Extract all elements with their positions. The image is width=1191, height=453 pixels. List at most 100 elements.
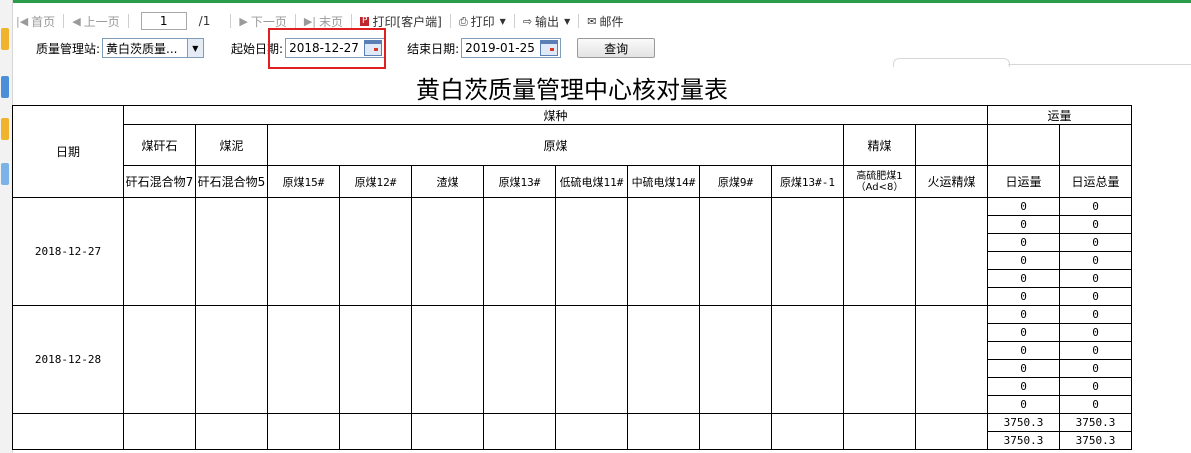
column-header: 渣煤: [411, 165, 484, 198]
daily-volume-cell: 0: [987, 251, 1060, 270]
column-header: 原煤13#-1: [771, 165, 844, 198]
column-header: 矸石混合物7: [123, 165, 196, 198]
empty-cell: [339, 305, 412, 414]
column-header: 日运总量: [1059, 165, 1132, 198]
column-header: 原煤13#: [483, 165, 556, 198]
column-header: 低硫电煤11#: [555, 165, 628, 198]
daily-volume-cell: 0: [987, 269, 1060, 288]
station-select[interactable]: 黄白茨质量... ▼: [102, 38, 205, 58]
empty-cell: [195, 305, 268, 414]
end-date-value: 2019-01-25: [465, 41, 535, 55]
toolbar-separator: [63, 14, 65, 28]
empty-cell: [699, 305, 772, 414]
column-header: 日运量: [987, 165, 1060, 198]
table-row: 2018-12-28 0 0: [12, 305, 1132, 414]
chevron-down-icon: ▼: [499, 16, 506, 26]
top-accent-strip: [0, 0, 1191, 3]
header-slime: 煤泥: [195, 124, 268, 166]
rail-tab-4[interactable]: [1, 163, 9, 185]
empty-cell: [411, 413, 484, 450]
header-clean-coal: 精煤: [843, 124, 916, 166]
prev-page-button[interactable]: ◀ 上一页: [68, 11, 123, 31]
station-label: 质量管理站:: [36, 41, 101, 56]
export-button[interactable]: ⇨ 输出 ▼: [519, 11, 574, 31]
empty-cell: [627, 197, 700, 306]
toolbar-separator: [127, 14, 129, 28]
empty-cell: [411, 305, 484, 414]
filter-bar: 质量管理站: 黄白茨质量... ▼ 起始日期: 2018-12-27 结束日期:…: [12, 36, 1191, 60]
header-blank: [987, 124, 1060, 166]
rail-tab-1[interactable]: [1, 28, 9, 50]
report-table: 日期 煤种 运量 煤矸石 煤泥 原煤 精煤 矸石混合物7 矸石混合物5 原煤15# 原…: [12, 105, 1132, 450]
daily-total-cell: 3750.3: [1059, 431, 1132, 450]
rail-tab-3[interactable]: [1, 118, 9, 140]
next-page-icon: ▶: [239, 14, 248, 28]
daily-total-cell: 0: [1059, 305, 1132, 324]
highlight-annotation-box: [268, 28, 386, 69]
daily-total-cell: 0: [1059, 395, 1132, 414]
header-blank: [1059, 124, 1132, 166]
daily-volume-cell: 0: [987, 305, 1060, 324]
toolbar-separator: [513, 14, 515, 28]
date-cell: [12, 413, 124, 450]
chevron-down-icon[interactable]: ▼: [186, 39, 204, 57]
empty-cell: [555, 305, 628, 414]
toolbar-separator: [578, 14, 580, 28]
page-number-input[interactable]: [140, 12, 187, 30]
column-header: 火运精煤: [915, 165, 988, 198]
calendar-icon[interactable]: [540, 40, 559, 56]
empty-cell: [195, 413, 268, 450]
pdf-print-icon: P: [360, 15, 370, 26]
empty-cell: [771, 305, 844, 414]
station-select-value: 黄白茨质量...: [106, 41, 178, 56]
daily-volume-cell: 0: [987, 359, 1060, 378]
rail-tab-2[interactable]: [1, 76, 9, 98]
empty-cell: [195, 197, 268, 306]
query-button[interactable]: 查询: [577, 38, 656, 58]
empty-cell: [267, 197, 340, 306]
first-page-button[interactable]: |◀ 首页: [12, 11, 59, 31]
daily-volume-cell: 3750.3: [987, 413, 1060, 432]
empty-cell: [555, 197, 628, 306]
table-row: 2018-12-27 0 0: [12, 197, 1132, 306]
header-raw-coal: 原煤: [267, 124, 844, 166]
empty-cell: [483, 197, 556, 306]
daily-total-cell: 3750.3: [1059, 413, 1132, 432]
column-header: 中硫电煤14#: [627, 165, 700, 198]
empty-cell: [843, 305, 916, 414]
column-header-row: 矸石混合物7 矸石混合物5 原煤15# 原煤12# 渣煤 原煤13# 低硫电煤11# 中硫电煤…: [13, 165, 1132, 198]
date-cell: 2018-12-28: [12, 305, 124, 414]
toolbar-separator: [449, 14, 451, 28]
date-cell: 2018-12-27: [12, 197, 124, 306]
prev-page-icon: ◀: [72, 14, 81, 28]
empty-cell: [843, 197, 916, 306]
daily-total-cell: 0: [1059, 251, 1132, 270]
header-date: 日期: [12, 105, 124, 198]
daily-volume-cell: 0: [987, 233, 1060, 252]
print-button[interactable]: ⎙ 打印 ▼: [455, 11, 510, 31]
empty-cell: [339, 413, 412, 450]
empty-cell: [267, 413, 340, 450]
toolbar-separator: [294, 14, 296, 28]
daily-total-cell: 0: [1059, 215, 1132, 234]
end-date-field[interactable]: 2019-01-25: [461, 38, 562, 58]
empty-cell: [915, 413, 988, 450]
report-title: 黄白茨质量管理中心核对量表: [416, 76, 728, 104]
column-header: 原煤12#: [339, 165, 412, 198]
column-header: 高硫肥煤1（Ad<8）: [843, 165, 916, 198]
column-header: 原煤9#: [699, 165, 772, 198]
last-page-icon: ▶|: [303, 14, 317, 28]
mail-button[interactable]: ✉ 邮件: [583, 11, 627, 31]
daily-volume-cell: 0: [987, 197, 1060, 216]
report-body: 2018-12-27 0 0 0 0 0 0 0 0 0 0 0 0 2018-12-28 0 0 0 0 0 0 0 0…: [12, 197, 1132, 450]
daily-total-cell: 0: [1059, 359, 1132, 378]
end-date-label: 结束日期:: [407, 41, 460, 56]
report-toolbar: |◀ 首页 ◀ 上一页 /1 ▶ 下一页 ▶| 末页 P 打印[客户端] ⎙ 打…: [12, 10, 1191, 32]
printer-icon: ⎙: [458, 14, 468, 28]
empty-cell: [267, 305, 340, 414]
empty-cell: [771, 197, 844, 306]
daily-total-cell: 0: [1059, 377, 1132, 396]
empty-cell: [483, 305, 556, 414]
header-volume: 运量: [987, 105, 1132, 125]
daily-volume-cell: 0: [987, 287, 1060, 306]
